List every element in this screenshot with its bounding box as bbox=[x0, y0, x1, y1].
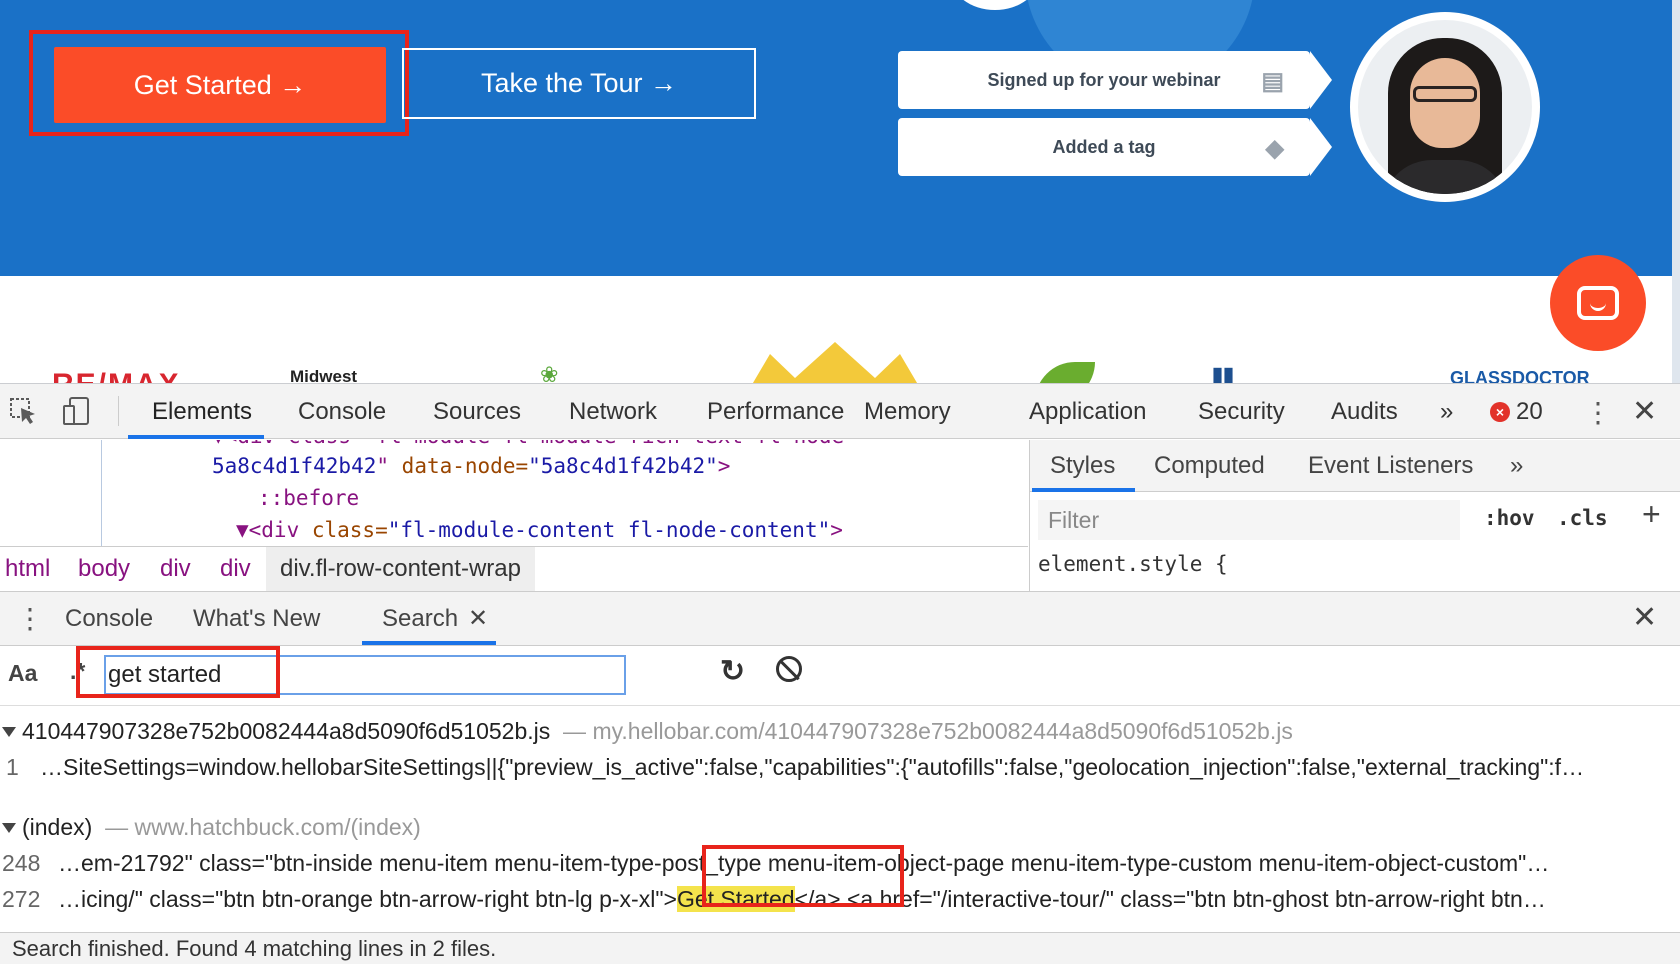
logo-bank: ▮▮ bbox=[1212, 364, 1235, 384]
devtools-toolbar: Elements Console Sources Network Perform… bbox=[0, 384, 1680, 439]
notification-text: Added a tag bbox=[1052, 136, 1156, 157]
active-tab-indicator bbox=[1032, 488, 1135, 492]
error-icon: × bbox=[1490, 402, 1510, 422]
customer-logos: RE/MAX Midwest ❀ ▮▮ GLASSDOCTOR bbox=[0, 276, 1672, 384]
result-line[interactable]: 1 …SiteSettings=window.hellobarSiteSettin… bbox=[0, 752, 1584, 782]
breadcrumb-body[interactable]: body bbox=[78, 547, 130, 591]
clear-icon[interactable] bbox=[776, 656, 802, 682]
result-file-header[interactable]: 410447907328e752b0082444a8d5090f6d51052b… bbox=[0, 716, 1293, 746]
logo-sprout: ❀ bbox=[540, 362, 559, 384]
tab-elements[interactable]: Elements bbox=[152, 384, 252, 439]
active-tab-indicator bbox=[362, 641, 496, 645]
dom-node[interactable]: ::before bbox=[258, 486, 359, 510]
inspect-element-icon[interactable] bbox=[8, 396, 38, 426]
notification-text: Signed up for your webinar bbox=[987, 69, 1221, 90]
new-rule-button[interactable]: + bbox=[1642, 496, 1661, 533]
close-tab-icon[interactable]: ✕ bbox=[468, 592, 488, 645]
match-case-toggle[interactable]: Aa bbox=[8, 660, 37, 687]
tab-styles[interactable]: Styles bbox=[1050, 440, 1115, 492]
logo-glassdoctor: GLASSDOCTOR bbox=[1450, 368, 1590, 384]
element-style-rule[interactable]: element.style { bbox=[1038, 552, 1228, 576]
tab-application[interactable]: Application bbox=[1029, 384, 1146, 439]
breadcrumb-div[interactable]: div bbox=[220, 547, 251, 591]
tab-memory[interactable]: Memory bbox=[864, 384, 951, 439]
dom-node[interactable]: ▼<div class="fl-module fl-module-rich-te… bbox=[212, 440, 844, 448]
highlight-box bbox=[76, 646, 280, 698]
dom-tree: ▼<div class="fl-module fl-module-rich-te… bbox=[0, 440, 1028, 546]
tab-sources[interactable]: Sources bbox=[433, 384, 521, 439]
dom-node[interactable]: ▼<div class="fl-module-content fl-node-c… bbox=[236, 518, 843, 542]
device-toolbar-icon[interactable] bbox=[62, 396, 92, 426]
active-tab-indicator bbox=[128, 435, 264, 439]
error-count: 20 bbox=[1516, 398, 1543, 425]
decorative-circle bbox=[950, 0, 1040, 10]
scrollbar-track bbox=[1672, 0, 1680, 276]
tab-audits[interactable]: Audits bbox=[1331, 384, 1398, 439]
drawer-tab-whats-new[interactable]: What's New bbox=[193, 592, 320, 645]
logo-remax: RE/MAX bbox=[52, 368, 181, 384]
dom-node[interactable]: 5a8c4d1f42b42" data-node="5a8c4d1f42b42"… bbox=[212, 454, 730, 478]
breadcrumb-div[interactable]: div bbox=[160, 547, 191, 591]
devtools-panel: Elements Console Sources Network Perform… bbox=[0, 383, 1680, 964]
kebab-menu-icon[interactable]: ⋮ bbox=[1584, 396, 1612, 429]
class-toggle[interactable]: .cls bbox=[1557, 506, 1608, 530]
highlight-box bbox=[29, 30, 409, 136]
styles-filter-input[interactable]: Filter bbox=[1038, 500, 1460, 540]
error-counter[interactable]: × 20 bbox=[1490, 398, 1543, 426]
take-the-tour-button[interactable]: Take the Tour → bbox=[402, 48, 756, 119]
tab-network[interactable]: Network bbox=[569, 384, 657, 439]
search-status: Search finished. Found 4 matching lines … bbox=[0, 932, 1680, 964]
logo-midwest: Midwest bbox=[290, 367, 358, 384]
close-drawer-icon[interactable]: ✕ bbox=[1632, 600, 1657, 635]
tab-security[interactable]: Security bbox=[1198, 384, 1285, 439]
tab-event-listeners[interactable]: Event Listeners bbox=[1308, 440, 1473, 492]
search-toolbar: Aa .* get started ↻ bbox=[0, 646, 1680, 706]
expand-triangle-icon bbox=[2, 822, 16, 833]
avatar bbox=[1350, 12, 1540, 202]
close-icon[interactable]: ✕ bbox=[1632, 394, 1657, 429]
webinar-screen-icon: ▤ bbox=[1261, 68, 1284, 95]
tag-icon: ◆ bbox=[1265, 135, 1284, 162]
chat-icon bbox=[1577, 286, 1619, 320]
drawer-toolbar: ⋮ Console What's New Search ✕ ✕ bbox=[0, 591, 1680, 646]
notification-card-tag: Added a tag ◆ bbox=[898, 118, 1332, 176]
styles-pane: Styles Computed Event Listeners » Filter… bbox=[1029, 440, 1680, 591]
hero-section: Get Started → Take the Tour → Signed up … bbox=[0, 0, 1680, 276]
chat-launcher-button[interactable] bbox=[1550, 255, 1646, 351]
screenshot: Get Started → Take the Tour → Signed up … bbox=[0, 0, 1680, 964]
drawer-menu-icon[interactable]: ⋮ bbox=[16, 602, 44, 635]
breadcrumb: html body div div div.fl-row-content-wra… bbox=[0, 546, 1028, 591]
more-tabs-button[interactable]: » bbox=[1440, 384, 1453, 439]
tab-console[interactable]: Console bbox=[298, 384, 386, 439]
result-file-header[interactable]: (index) — www.hatchbuck.com/(index) bbox=[0, 812, 421, 842]
notification-card-webinar: Signed up for your webinar ▤ bbox=[898, 51, 1332, 109]
breadcrumb-row-content-wrap[interactable]: div.fl-row-content-wrap bbox=[266, 547, 535, 591]
tab-computed[interactable]: Computed bbox=[1154, 440, 1265, 492]
logo-leaf bbox=[1035, 362, 1095, 384]
logo-crown bbox=[752, 342, 918, 384]
highlight-box bbox=[702, 845, 904, 907]
hover-state-toggle[interactable]: :hov bbox=[1484, 506, 1535, 530]
refresh-icon[interactable]: ↻ bbox=[720, 654, 745, 689]
scrollbar-track bbox=[1672, 276, 1680, 384]
more-tabs-button[interactable]: » bbox=[1510, 440, 1523, 492]
expand-triangle-icon bbox=[2, 726, 16, 737]
breadcrumb-html[interactable]: html bbox=[5, 547, 50, 591]
drawer-tab-search[interactable]: Search bbox=[382, 592, 458, 645]
tab-performance[interactable]: Performance bbox=[707, 384, 844, 439]
drawer-tab-console[interactable]: Console bbox=[65, 592, 153, 645]
